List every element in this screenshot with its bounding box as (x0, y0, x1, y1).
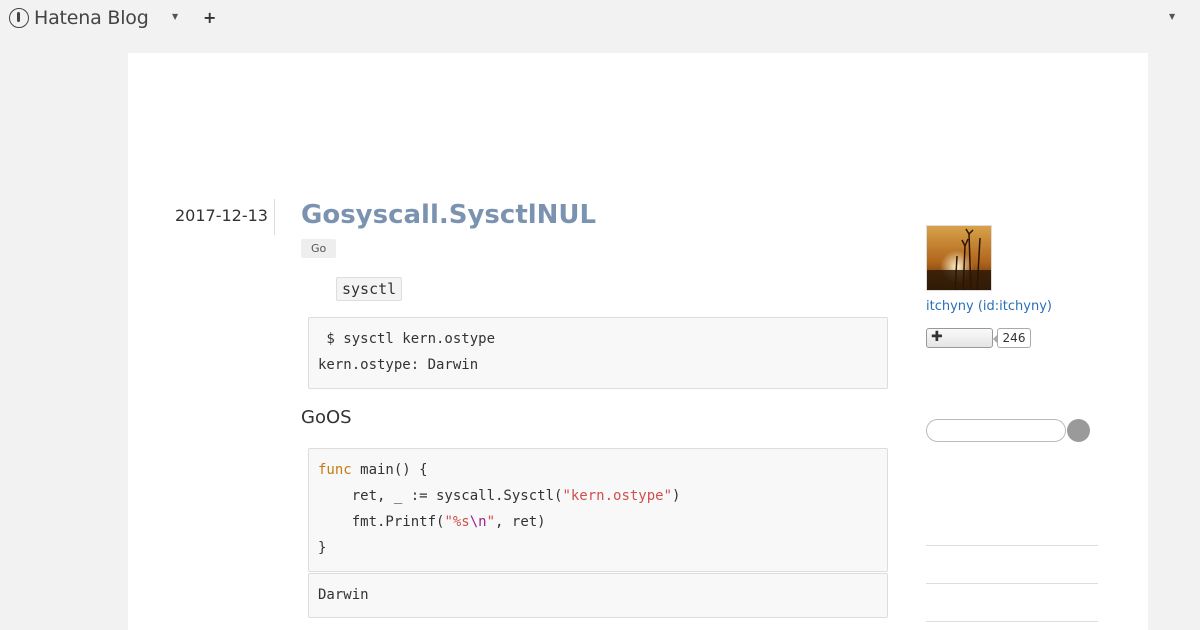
string-token: " (486, 514, 496, 530)
sidebar-divider (926, 621, 1098, 622)
avatar[interactable] (926, 225, 992, 291)
entry-date[interactable]: 2017-12-13 (175, 206, 268, 225)
global-header: Hatena Blog ▼ + ▼ (0, 0, 1200, 36)
category-tag[interactable]: Go (301, 239, 337, 258)
code-token: fmt.Printf( (318, 514, 445, 530)
chevron-down-icon[interactable]: ▼ (1169, 12, 1175, 21)
plus-icon[interactable]: + (203, 8, 216, 27)
string-token: "kern.ostype" (562, 488, 673, 504)
inline-code: sysctl (336, 277, 403, 301)
code-block-shell: $ sysctl kern.ostype kern.ostype: Darwin (308, 317, 888, 389)
section-heading: GoOS (301, 407, 352, 428)
code-block-output: Darwin (308, 573, 888, 618)
sidebar-divider (926, 545, 1098, 546)
code-token: , ret) (495, 514, 546, 530)
avatar-image (927, 226, 991, 290)
code-token: } (318, 540, 327, 556)
code-line: Darwin (318, 587, 369, 603)
chevron-down-icon[interactable]: ▼ (172, 12, 178, 21)
code-token: main() { (351, 462, 428, 478)
code-block-go: func main() { ret, _ := syscall.Sysctl("… (308, 448, 888, 572)
brand-text: Hatena Blog (34, 7, 149, 29)
hatena-blog-logo-icon (9, 8, 29, 28)
profile-name-link[interactable]: itchyny (id:itchyny) (926, 299, 1052, 314)
brand-link[interactable]: Hatena Blog (9, 7, 149, 29)
follower-count: 246 (993, 328, 1031, 348)
code-token: ) (672, 488, 681, 504)
date-divider (274, 199, 275, 235)
search-input[interactable] (926, 419, 1066, 442)
escape-token: \n (469, 514, 487, 530)
string-token: "%s (444, 514, 470, 530)
follow-button[interactable]: ✚ (926, 328, 993, 348)
code-token: ret, _ := syscall.Sysctl( (318, 488, 563, 504)
code-line: $ sysctl kern.ostype (318, 331, 496, 347)
sidebar-divider (926, 583, 1098, 584)
search-button[interactable] (1067, 419, 1090, 442)
keyword-token: func (318, 462, 352, 478)
entry-title[interactable]: Gosyscall.SysctlNUL (301, 200, 596, 230)
code-line: kern.ostype: Darwin (318, 357, 479, 373)
